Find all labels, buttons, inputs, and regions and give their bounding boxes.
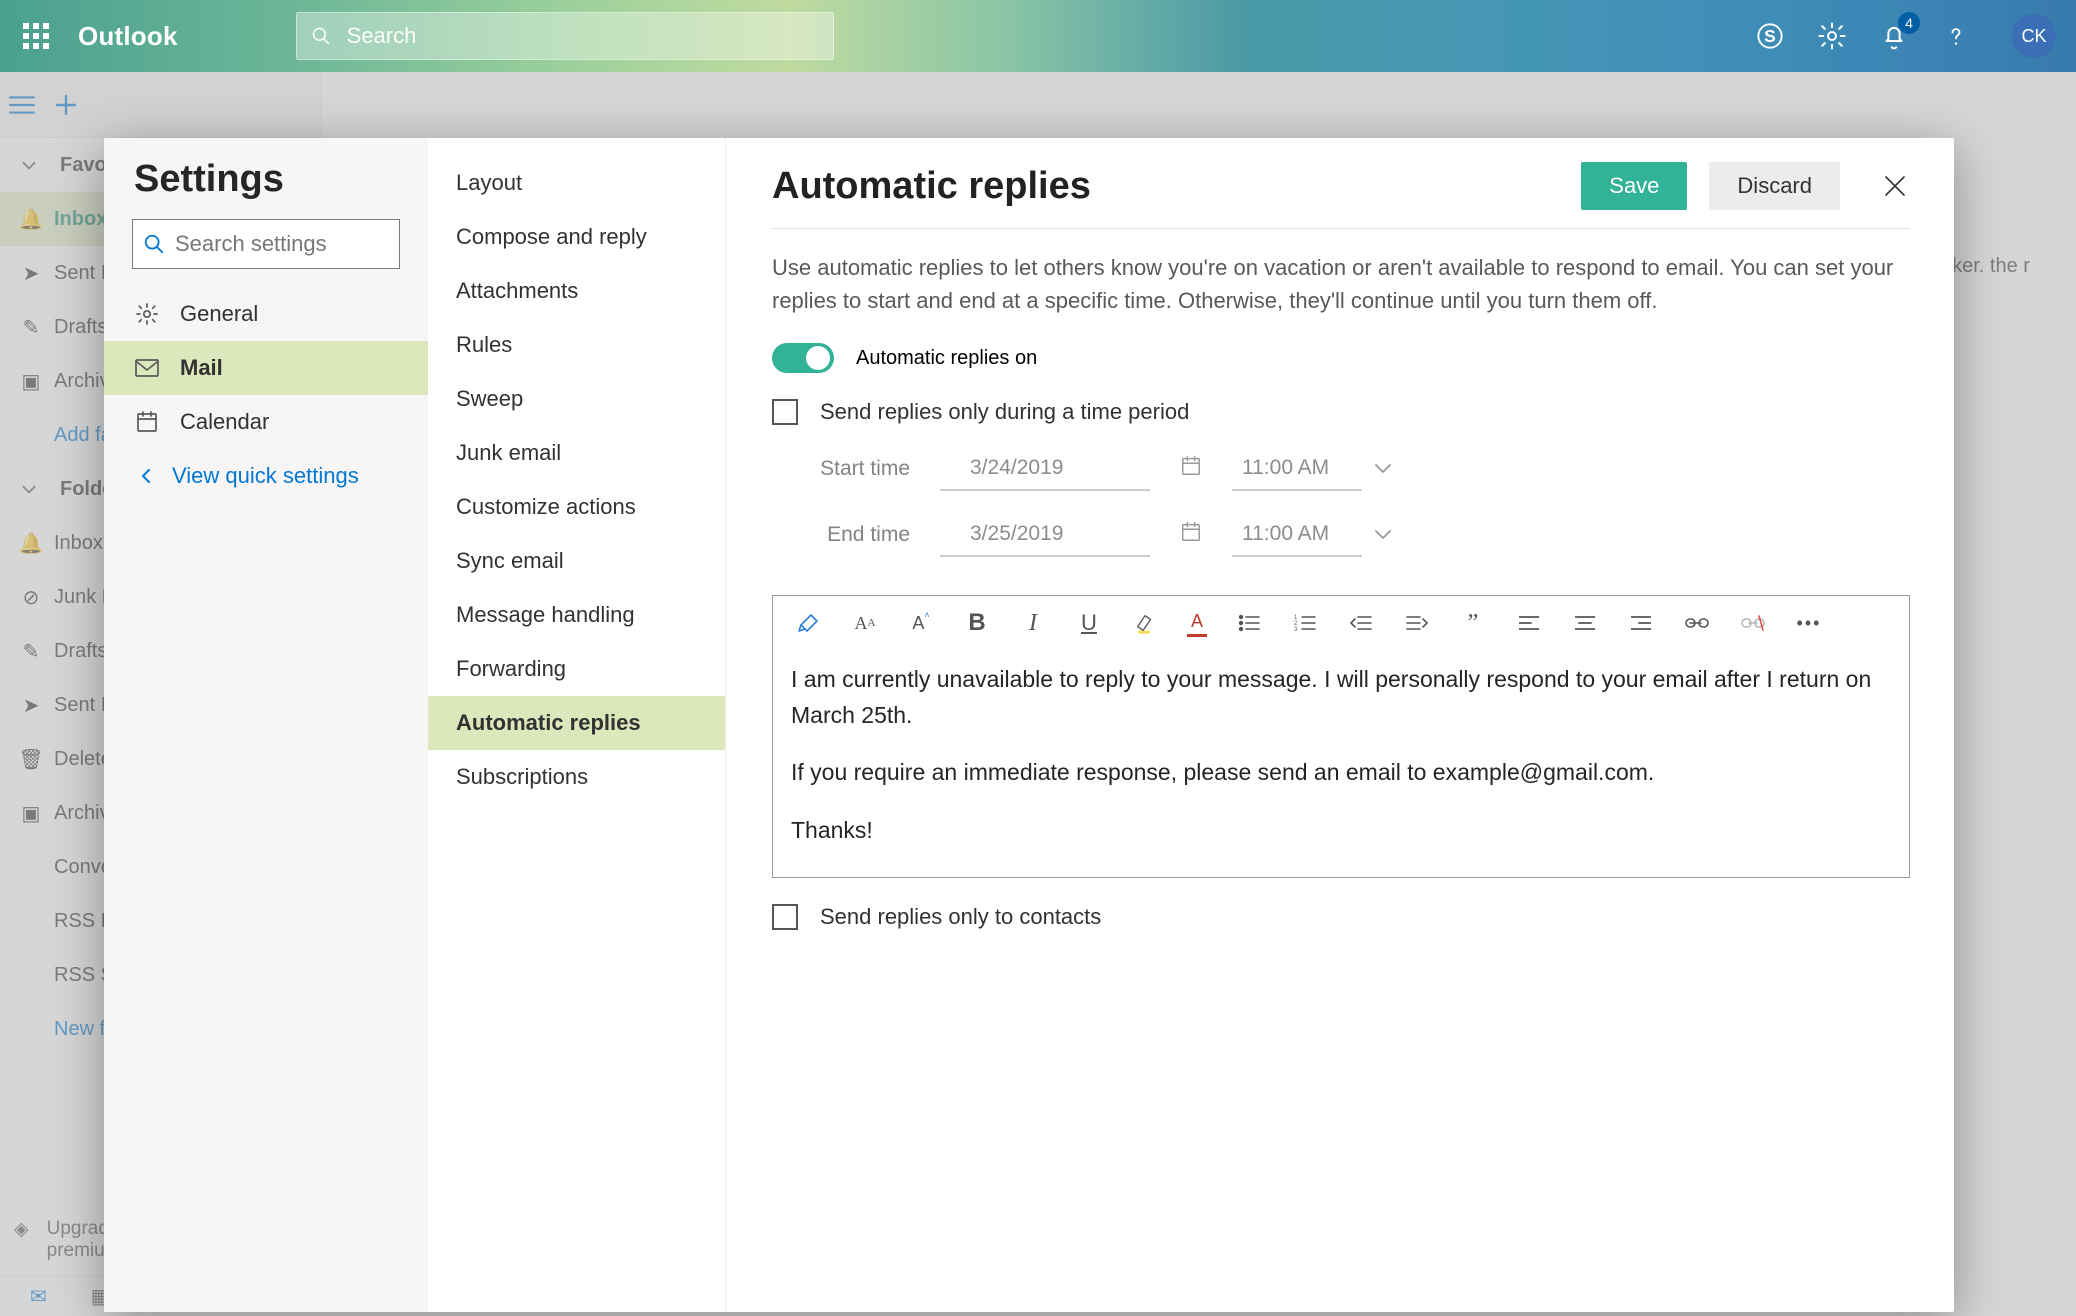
chevron-down-icon[interactable] — [1374, 458, 1392, 481]
app-header: Outlook S 4 CK — [0, 0, 2076, 72]
view-quick-settings-link[interactable]: View quick settings — [104, 449, 428, 503]
settings-title: Settings — [104, 158, 428, 219]
font-color-icon[interactable]: A — [1187, 609, 1207, 637]
subnav-handling[interactable]: Message handling — [428, 588, 725, 642]
settings-primary-nav: Settings General Mail Calendar View quic… — [104, 138, 428, 1312]
reply-paragraph: Thanks! — [791, 813, 1891, 849]
reply-paragraph: If you require an immediate response, pl… — [791, 755, 1891, 791]
outdent-icon[interactable] — [1347, 609, 1375, 637]
align-right-icon[interactable] — [1627, 609, 1655, 637]
start-time-label: Start time — [812, 457, 910, 481]
content-header: Automatic replies Save Discard — [772, 162, 1910, 229]
global-search[interactable] — [296, 12, 834, 60]
italic-icon[interactable]: I — [1019, 609, 1047, 637]
waffle-icon — [23, 23, 49, 49]
end-time-label: End time — [812, 523, 910, 547]
more-options-icon[interactable]: ••• — [1795, 609, 1823, 637]
toggle-label: Automatic replies on — [856, 347, 1037, 370]
settings-nav-label: Mail — [180, 355, 223, 381]
settings-content: Automatic replies Save Discard Use autom… — [726, 138, 1954, 1312]
close-button[interactable] — [1880, 171, 1910, 201]
editor-body[interactable]: I am currently unavailable to reply to y… — [773, 650, 1909, 877]
settings-modal: Settings General Mail Calendar View quic… — [104, 138, 1954, 1312]
skype-icon[interactable]: S — [1754, 20, 1786, 52]
app-launcher[interactable] — [0, 23, 72, 49]
search-icon — [311, 25, 331, 47]
global-search-input[interactable] — [345, 22, 833, 50]
contacts-only-label: Send replies only to contacts — [820, 904, 1101, 930]
content-title: Automatic replies — [772, 165, 1581, 208]
subnav-subscriptions[interactable]: Subscriptions — [428, 750, 725, 804]
align-center-icon[interactable] — [1571, 609, 1599, 637]
content-description: Use automatic replies to let others know… — [772, 229, 1902, 317]
font-icon[interactable]: AA — [851, 609, 879, 637]
user-avatar[interactable]: CK — [2012, 14, 2056, 58]
underline-icon[interactable]: U — [1075, 609, 1103, 637]
subnav-attachments[interactable]: Attachments — [428, 264, 725, 318]
calendar-icon[interactable] — [1180, 521, 1202, 549]
svg-text:3: 3 — [1294, 627, 1298, 632]
settings-nav-label: General — [180, 301, 258, 327]
reply-editor: AA A˄ B I U A 123 ” • — [772, 595, 1910, 878]
settings-search-input[interactable] — [173, 230, 389, 258]
settings-icon[interactable] — [1816, 20, 1848, 52]
subnav-junk[interactable]: Junk email — [428, 426, 725, 480]
start-date-input[interactable] — [940, 447, 1150, 491]
bullets-icon[interactable] — [1235, 609, 1263, 637]
app-title: Outlook — [78, 21, 178, 52]
subnav-forwarding[interactable]: Forwarding — [428, 642, 725, 696]
numbering-icon[interactable]: 123 — [1291, 609, 1319, 637]
contacts-only-checkbox[interactable] — [772, 904, 798, 930]
settings-nav-calendar[interactable]: Calendar — [104, 395, 428, 449]
close-icon — [1884, 175, 1906, 197]
time-period-checkbox[interactable] — [772, 399, 798, 425]
subnav-autoreplies[interactable]: Automatic replies — [428, 696, 725, 750]
end-time-input[interactable] — [1232, 513, 1362, 557]
notification-badge: 4 — [1898, 12, 1920, 34]
highlight-icon[interactable] — [1131, 609, 1159, 637]
format-painter-icon[interactable] — [795, 609, 823, 637]
gear-icon — [134, 302, 160, 326]
settings-nav-label: Calendar — [180, 409, 269, 435]
help-icon[interactable] — [1940, 20, 1972, 52]
quick-settings-label: View quick settings — [172, 463, 359, 489]
align-left-icon[interactable] — [1515, 609, 1543, 637]
settings-nav-general[interactable]: General — [104, 287, 428, 341]
chevron-left-icon — [134, 468, 160, 484]
time-period-label: Send replies only during a time period — [820, 399, 1189, 425]
reply-paragraph: I am currently unavailable to reply to y… — [791, 662, 1891, 733]
start-time-input[interactable] — [1232, 447, 1362, 491]
subnav-layout[interactable]: Layout — [428, 156, 725, 210]
autoreplies-toggle[interactable] — [772, 343, 834, 373]
mail-icon — [134, 358, 160, 378]
subnav-sweep[interactable]: Sweep — [428, 372, 725, 426]
end-date-input[interactable] — [940, 513, 1150, 557]
search-icon — [143, 233, 165, 255]
link-icon[interactable] — [1683, 609, 1711, 637]
discard-button[interactable]: Discard — [1709, 162, 1840, 210]
subnav-sync[interactable]: Sync email — [428, 534, 725, 588]
settings-nav-mail[interactable]: Mail — [104, 341, 428, 395]
editor-toolbar: AA A˄ B I U A 123 ” • — [773, 596, 1909, 650]
subnav-rules[interactable]: Rules — [428, 318, 725, 372]
indent-icon[interactable] — [1403, 609, 1431, 637]
svg-text:S: S — [1764, 26, 1776, 46]
notifications-icon[interactable]: 4 — [1878, 20, 1910, 52]
unlink-icon[interactable] — [1739, 609, 1767, 637]
quote-icon[interactable]: ” — [1459, 609, 1487, 637]
bold-icon[interactable]: B — [963, 609, 991, 637]
chevron-down-icon[interactable] — [1374, 524, 1392, 547]
app-body: Favorites 🔔Inbox ➤Sent Items ✎Drafts ▣Ar… — [0, 72, 2076, 1316]
calendar-icon — [134, 410, 160, 434]
settings-sub-nav: Layout Compose and reply Attachments Rul… — [428, 138, 726, 1312]
subnav-customize[interactable]: Customize actions — [428, 480, 725, 534]
subnav-compose[interactable]: Compose and reply — [428, 210, 725, 264]
calendar-icon[interactable] — [1180, 455, 1202, 483]
font-size-icon[interactable]: A˄ — [907, 609, 935, 637]
save-button[interactable]: Save — [1581, 162, 1687, 210]
settings-search[interactable] — [132, 219, 400, 269]
